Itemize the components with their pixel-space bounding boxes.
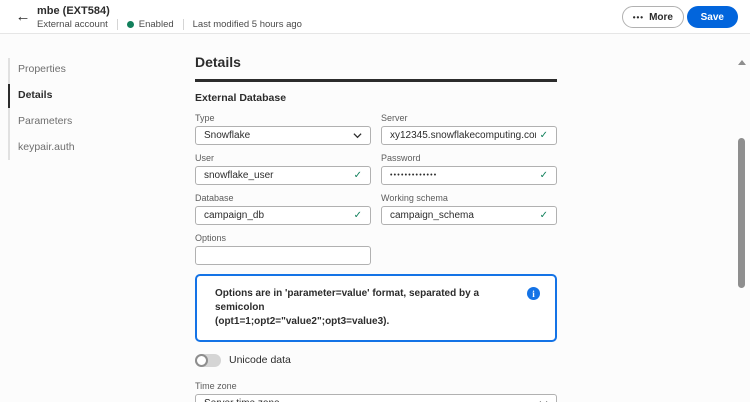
database-value: campaign_db <box>204 210 350 221</box>
details-panel: Details External Database Type Snowflake… <box>195 34 557 402</box>
server-label: Server <box>381 113 557 123</box>
options-input[interactable] <box>195 246 371 265</box>
options-info-box: Options are in 'parameter=value' format,… <box>195 274 557 342</box>
user-label: User <box>195 153 371 163</box>
server-value: xy12345.snowflakecomputing.com <box>390 130 536 141</box>
working-schema-label: Working schema <box>381 193 557 203</box>
valid-check-icon: ✓ <box>540 210 548 221</box>
timezone-label: Time zone <box>195 381 557 391</box>
back-arrow-icon[interactable]: ← <box>13 8 33 26</box>
unicode-data-row: Unicode data <box>195 354 557 367</box>
valid-check-icon: ✓ <box>354 210 362 221</box>
options-field: Options <box>195 233 371 265</box>
heading-rule <box>195 79 557 82</box>
status-label: Enabled <box>139 19 174 30</box>
sidebar-item-keypair-auth[interactable]: keypair.auth <box>0 134 185 160</box>
chevron-down-icon <box>353 131 362 140</box>
divider <box>183 19 184 30</box>
scrollbar-thumb[interactable] <box>738 138 745 288</box>
external-database-form: Type Snowflake Server xy12345.snowflakec… <box>195 113 557 265</box>
scroll-up-arrow-icon[interactable] <box>738 60 746 65</box>
user-field: User snowflake_user ✓ <box>195 153 371 185</box>
page-header: ← mbe (EXT584) External account Enabled … <box>0 0 750 34</box>
sidebar-item-details[interactable]: Details <box>0 82 185 108</box>
password-field: Password ••••••••••••• ✓ <box>381 153 557 185</box>
server-field: Server xy12345.snowflakecomputing.com ✓ <box>381 113 557 145</box>
password-input[interactable]: ••••••••••••• ✓ <box>381 166 557 185</box>
unicode-data-label: Unicode data <box>229 354 291 367</box>
type-field: Type Snowflake <box>195 113 371 145</box>
working-schema-value: campaign_schema <box>390 210 536 221</box>
valid-check-icon: ✓ <box>354 170 362 181</box>
vertical-scrollbar <box>737 40 747 402</box>
more-button[interactable]: ••• More <box>622 6 684 28</box>
external-database-heading: External Database <box>195 92 557 104</box>
password-label: Password <box>381 153 557 163</box>
grid-spacer <box>381 233 557 265</box>
timezone-select[interactable]: Server time zone <box>195 394 557 402</box>
working-schema-field: Working schema campaign_schema ✓ <box>381 193 557 225</box>
divider <box>117 19 118 30</box>
ellipsis-icon: ••• <box>633 13 644 22</box>
type-select[interactable]: Snowflake <box>195 126 371 145</box>
password-value: ••••••••••••• <box>390 172 536 179</box>
user-input[interactable]: snowflake_user ✓ <box>195 166 371 185</box>
valid-check-icon: ✓ <box>540 130 548 141</box>
info-text-line1: Options are in 'parameter=value' format,… <box>215 287 515 315</box>
database-field: Database campaign_db ✓ <box>195 193 371 225</box>
options-label: Options <box>195 233 371 243</box>
working-schema-input[interactable]: campaign_schema ✓ <box>381 206 557 225</box>
status-badge: Enabled <box>127 19 174 30</box>
page-title: mbe (EXT584) <box>37 5 110 17</box>
server-input[interactable]: xy12345.snowflakecomputing.com ✓ <box>381 126 557 145</box>
header-subtitle: External account Enabled Last modified 5… <box>37 19 302 30</box>
database-label: Database <box>195 193 371 203</box>
info-text-line2: (opt1=1;opt2="value2";opt3=value3). <box>215 315 515 329</box>
save-button[interactable]: Save <box>687 6 738 28</box>
type-label: Type <box>195 113 371 123</box>
info-icon: i <box>527 287 540 300</box>
timezone-value: Server time zone <box>204 398 535 402</box>
sidebar-items: Properties Details Parameters keypair.au… <box>0 56 185 160</box>
valid-check-icon: ✓ <box>540 170 548 181</box>
sidebar-item-parameters[interactable]: Parameters <box>0 108 185 134</box>
sidebar: Properties Details Parameters keypair.au… <box>0 34 185 402</box>
database-input[interactable]: campaign_db ✓ <box>195 206 371 225</box>
details-heading: Details <box>195 54 557 70</box>
toggle-knob <box>195 354 208 367</box>
account-type-label: External account <box>37 19 108 30</box>
type-value: Snowflake <box>204 130 349 141</box>
unicode-data-toggle[interactable] <box>195 354 221 367</box>
user-value: snowflake_user <box>204 170 350 181</box>
status-dot-icon <box>127 21 134 28</box>
sidebar-item-properties[interactable]: Properties <box>0 56 185 82</box>
more-button-label: More <box>649 12 673 23</box>
last-modified-label: Last modified 5 hours ago <box>193 19 302 30</box>
